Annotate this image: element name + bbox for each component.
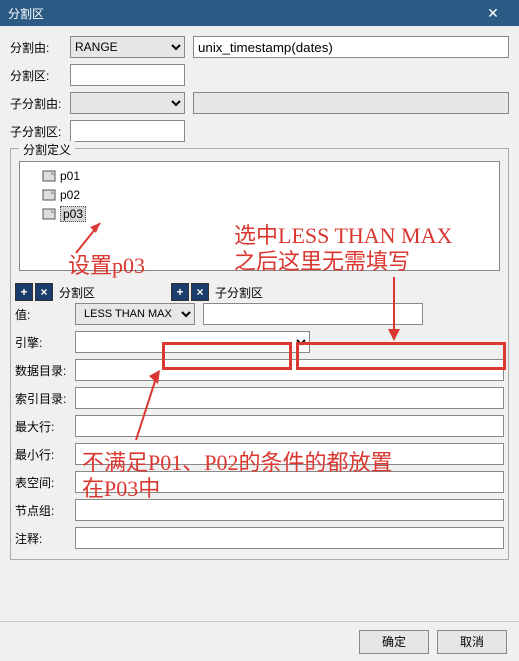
delete-subpartition-button[interactable]: × [191, 283, 209, 301]
ok-button[interactable]: 确定 [359, 630, 429, 654]
partition-icon [42, 207, 56, 221]
tree-item-label: p01 [60, 169, 80, 183]
add-subpartition-button[interactable]: + [171, 283, 189, 301]
delete-partition-button[interactable]: × [35, 283, 53, 301]
index-dir-label: 索引目录: [15, 390, 75, 407]
nodegroup-input[interactable] [75, 499, 504, 521]
annotation-box-value-input [296, 342, 506, 370]
cancel-button[interactable]: 取消 [437, 630, 507, 654]
titlebar: 分割区 ✕ [0, 0, 519, 26]
partition-by-select[interactable]: RANGE [70, 36, 185, 58]
partition-name-input[interactable] [70, 64, 185, 86]
close-button[interactable]: ✕ [473, 0, 513, 26]
x-icon: × [197, 285, 204, 299]
min-rows-label: 最小行: [15, 446, 75, 463]
tree-item[interactable]: p01 [42, 167, 493, 185]
engine-label: 引擎: [15, 334, 75, 351]
annotation-box-value-select [162, 342, 292, 370]
max-rows-label: 最大行: [15, 418, 75, 435]
partition-tree[interactable]: p01 p02 p03 [19, 161, 500, 271]
footer: 确定 取消 [0, 621, 519, 661]
subpartition-by-expr-input [193, 92, 509, 114]
value-select[interactable]: LESS THAN MAX [75, 303, 195, 325]
subpartition-toolbar-label: 子分割区 [215, 284, 263, 301]
max-rows-input[interactable] [75, 415, 504, 437]
min-rows-input[interactable] [75, 443, 504, 465]
partition-by-expr-input[interactable] [193, 36, 509, 58]
value-input[interactable] [203, 303, 423, 325]
value-label: 值: [15, 306, 75, 323]
plus-icon: + [20, 285, 27, 299]
fieldset-legend: 分割定义 [19, 141, 75, 158]
subpartition-by-label: 子分割由: [10, 95, 70, 112]
tree-item-label: p03 [60, 206, 86, 222]
nodegroup-label: 节点组: [15, 502, 75, 519]
window-title: 分割区 [6, 5, 473, 22]
tree-item-label: p02 [60, 188, 80, 202]
subpartition-by-select[interactable] [70, 92, 185, 114]
tablespace-input[interactable] [75, 471, 504, 493]
index-dir-input[interactable] [75, 387, 504, 409]
add-partition-button[interactable]: + [15, 283, 33, 301]
partition-by-label: 分割由: [10, 39, 70, 56]
x-icon: × [40, 285, 47, 299]
subpartition-name-input[interactable] [70, 120, 185, 142]
comment-input[interactable] [75, 527, 504, 549]
partition-icon [42, 188, 56, 202]
tree-item[interactable]: p02 [42, 186, 493, 204]
plus-icon: + [177, 285, 184, 299]
close-icon: ✕ [487, 5, 499, 22]
partition-name-label: 分割区: [10, 67, 70, 84]
partition-toolbar-label: 分割区 [59, 284, 95, 301]
comment-label: 注释: [15, 530, 75, 547]
subpartition-name-label: 子分割区: [10, 123, 70, 140]
tablespace-label: 表空间: [15, 474, 75, 491]
data-dir-label: 数据目录: [15, 362, 75, 379]
partition-icon [42, 169, 56, 183]
tree-item[interactable]: p03 [42, 205, 493, 223]
